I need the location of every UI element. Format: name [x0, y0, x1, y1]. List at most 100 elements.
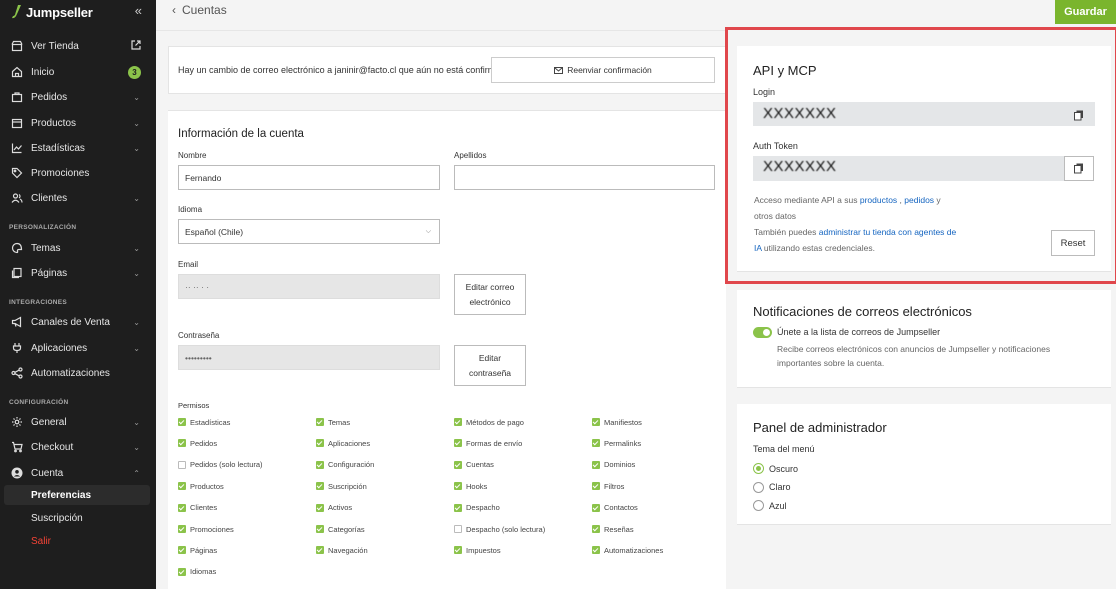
edit-password-button[interactable]: Editar contraseña: [454, 345, 526, 386]
save-button[interactable]: Guardar: [1055, 0, 1116, 24]
idioma-label: Idioma: [178, 205, 203, 214]
edit-email-button[interactable]: Editar correo electrónico: [454, 274, 526, 315]
sidebar-item-ver-tienda[interactable]: Ver Tienda: [0, 35, 156, 57]
permission-checkbox[interactable]: Manifiestos: [592, 416, 642, 428]
sidebar-item-label: Automatizaciones: [31, 367, 110, 379]
email-input: ·· ·· · ·: [178, 274, 440, 299]
home-icon: [10, 66, 23, 79]
bag-icon: [10, 91, 23, 104]
permission-checkbox[interactable]: Despacho: [454, 502, 500, 514]
sidebar-item-label: Pedidos: [31, 91, 68, 103]
sidebar-item-promociones[interactable]: Promociones: [0, 162, 156, 184]
permission-checkbox[interactable]: Hooks: [454, 480, 487, 492]
permission-checkbox[interactable]: Aplicaciones: [316, 437, 370, 449]
permission-checkbox[interactable]: Productos: [178, 480, 224, 492]
sidebar-item-general[interactable]: General ⌄: [0, 411, 156, 433]
permission-checkbox[interactable]: Impuestos: [454, 544, 501, 556]
permission-label: Despacho (solo lectura): [466, 524, 546, 534]
theme-radio-azul[interactable]: Azul: [753, 500, 787, 511]
brand[interactable]: Jumpseller: [12, 4, 93, 20]
external-link-icon: [131, 37, 141, 55]
sidebar-item-productos[interactable]: Productos ⌄: [0, 112, 156, 134]
permission-checkbox[interactable]: Métodos de pago: [454, 416, 524, 428]
permission-checkbox[interactable]: Páginas: [178, 544, 217, 556]
permission-checkbox[interactable]: Contactos: [592, 502, 638, 514]
sidebar-subitem-suscripcion[interactable]: Suscripción: [0, 508, 156, 528]
sidebar-subitem-preferencias[interactable]: Preferencias: [4, 485, 150, 505]
collapse-sidebar-icon[interactable]: «: [135, 3, 142, 18]
permission-checkbox[interactable]: Dominios: [592, 459, 635, 471]
permission-checkbox[interactable]: Clientes: [178, 502, 217, 514]
sidebar-item-pedidos[interactable]: Pedidos ⌄: [0, 86, 156, 108]
checkbox-checked-icon: [178, 418, 186, 426]
sidebar-item-cuenta[interactable]: Cuenta ⌃: [0, 462, 156, 484]
idioma-select[interactable]: Español (Chile) ⌵: [178, 219, 440, 244]
checkbox-checked-icon: [178, 546, 186, 555]
apellidos-input[interactable]: [454, 165, 715, 190]
permission-checkbox[interactable]: Despacho (solo lectura): [454, 523, 545, 535]
users-icon: [10, 192, 23, 205]
nombre-input[interactable]: Fernando: [178, 165, 440, 190]
permission-checkbox[interactable]: Navegación: [316, 544, 368, 556]
permission-checkbox[interactable]: Temas: [316, 416, 350, 428]
permission-label: Automatizaciones: [604, 545, 664, 555]
checkbox-checked-icon: [316, 503, 324, 512]
permission-checkbox[interactable]: Estadísticas: [178, 416, 230, 428]
notification-badge: 3: [128, 65, 141, 79]
permission-checkbox[interactable]: Filtros: [592, 480, 624, 492]
sidebar-subitem-label: Suscripción: [31, 512, 83, 524]
sidebar-item-label: Estadísticas: [31, 142, 85, 154]
back-link[interactable]: ‹ Cuentas: [172, 3, 227, 17]
permission-label: Configuración: [328, 460, 375, 470]
sidebar-item-aplicaciones[interactable]: Aplicaciones ⌄: [0, 337, 156, 359]
sidebar-item-paginas[interactable]: Páginas ⌄: [0, 262, 156, 284]
sidebar-subitem-salir[interactable]: Salir: [0, 531, 156, 551]
cart-icon: [10, 441, 23, 454]
permission-label: Navegación: [328, 545, 368, 555]
permission-label: Hooks: [466, 481, 488, 491]
sidebar-item-inicio[interactable]: Inicio 3: [0, 61, 156, 83]
permission-label: Métodos de pago: [466, 417, 524, 427]
permission-checkbox[interactable]: Categorías: [316, 523, 365, 535]
permission-label: Pedidos: [190, 438, 218, 448]
chevron-down-icon: ⌄: [133, 143, 140, 153]
sidebar-item-canales-de-venta[interactable]: Canales de Venta ⌄: [0, 311, 156, 333]
permission-checkbox[interactable]: Suscripción: [316, 480, 367, 492]
tag-icon: [10, 167, 23, 180]
permission-checkbox[interactable]: Cuentas: [454, 459, 494, 471]
permission-label: Manifiestos: [604, 417, 642, 427]
checkbox-checked-icon: [592, 418, 600, 426]
sidebar-item-estadisticas[interactable]: Estadísticas ⌄: [0, 137, 156, 159]
permission-checkbox[interactable]: Reseñas: [592, 523, 634, 535]
permission-checkbox[interactable]: Automatizaciones: [592, 544, 663, 556]
apellidos-label: Apellidos: [454, 151, 487, 160]
permission-checkbox[interactable]: Formas de envío: [454, 437, 522, 449]
checkbox-checked-icon: [316, 482, 324, 491]
permission-checkbox[interactable]: Pedidos (solo lectura): [178, 459, 263, 471]
permission-checkbox[interactable]: Pedidos: [178, 437, 217, 449]
share-icon: [10, 367, 23, 380]
chevron-down-icon: ⌄: [133, 317, 140, 327]
radio-icon: [753, 500, 764, 511]
chevron-down-icon: ⌵: [425, 227, 431, 235]
checkbox-unchecked-icon: [178, 460, 186, 469]
theme-radio-oscuro[interactable]: Oscuro: [753, 463, 798, 474]
sidebar-item-checkout[interactable]: Checkout ⌄: [0, 436, 156, 458]
theme-radio-claro[interactable]: Claro: [753, 481, 791, 493]
sidebar-item-label: Productos: [31, 117, 77, 129]
store-icon: [10, 40, 23, 53]
sidebar-item-clientes[interactable]: Clientes ⌄: [0, 187, 156, 209]
permission-checkbox[interactable]: Configuración: [316, 459, 374, 471]
notice-text: Hay un cambio de correo electrónico a ja…: [178, 65, 513, 75]
theme-radio-label: Claro: [769, 482, 791, 492]
resend-confirmation-button[interactable]: Reenviar confirmación: [491, 57, 715, 83]
sidebar-item-automatizaciones[interactable]: Automatizaciones: [0, 362, 156, 384]
notifications-desc-1: Recibe correos electrónicos con anuncios…: [777, 344, 1051, 354]
permission-checkbox[interactable]: Permalinks: [592, 437, 641, 449]
permission-checkbox[interactable]: Activos: [316, 502, 352, 514]
sidebar-item-label: Páginas: [31, 267, 68, 279]
permission-checkbox[interactable]: Idiomas: [178, 566, 216, 578]
mailing-list-toggle[interactable]: [753, 327, 772, 338]
sidebar-item-temas[interactable]: Temas ⌄: [0, 237, 156, 259]
permission-checkbox[interactable]: Promociones: [178, 523, 234, 535]
